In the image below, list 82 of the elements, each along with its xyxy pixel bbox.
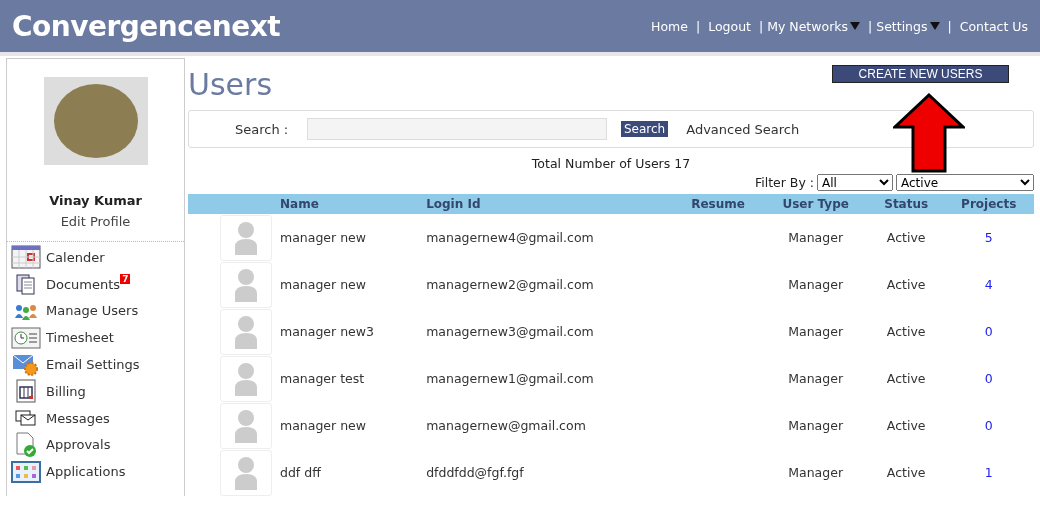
column-header: Name <box>276 194 423 214</box>
sidebar-item[interactable]: Applications <box>7 458 184 486</box>
column-header: Status <box>869 194 944 214</box>
caret-icon <box>850 22 861 30</box>
approvals-icon <box>14 431 38 458</box>
applications-icon <box>11 460 41 483</box>
avatar-silhouette-icon <box>220 402 272 449</box>
search-field[interactable] <box>307 118 607 140</box>
table-cell-text: Active <box>885 464 927 482</box>
table-cell-text: manager new3 <box>279 323 375 341</box>
table-cell-text: Manager <box>787 370 845 388</box>
nav-link[interactable]: | Settings <box>868 18 940 34</box>
logo-text: Convergencenext <box>12 9 281 43</box>
table-cell-text: ddf dff <box>279 464 322 482</box>
table-cell-text: Active <box>885 417 927 435</box>
table-cell: manager new <box>276 214 423 261</box>
page-title: Users <box>188 66 272 102</box>
email-settings-icon <box>12 352 40 377</box>
sidebar-item[interactable]: Messages <box>7 404 184 432</box>
projects-count-link[interactable]: 1 <box>984 465 993 480</box>
projects-count-link[interactable]: 0 <box>984 418 993 433</box>
advanced-search-link[interactable]: Advanced Search <box>686 121 800 137</box>
table-cell-text: Manager <box>787 276 845 294</box>
search-button[interactable]: Search <box>621 121 669 137</box>
table-cell-text: manager new <box>279 276 367 294</box>
avatar-silhouette-icon <box>220 355 272 402</box>
total-users-text: Total Number of Users 17 <box>530 156 692 171</box>
caret-icon <box>929 22 940 30</box>
column-header: Projects <box>943 194 1034 214</box>
table-cell: managernew4@gmail.com <box>422 214 674 261</box>
table-cell-text: Manager <box>787 323 845 341</box>
table-cell-text: Manager <box>787 417 845 435</box>
documents-icon <box>15 273 37 296</box>
status-filter-dropdown[interactable]: Active <box>896 174 1034 191</box>
table-cell-text: manager test <box>279 370 366 388</box>
table-cell-text: Manager <box>787 464 845 482</box>
edit-profile-link[interactable]: Edit Profile <box>60 214 131 229</box>
avatar-silhouette-icon <box>220 449 272 496</box>
projects-count-link[interactable]: 0 <box>984 324 993 339</box>
nav-separator: | <box>695 18 701 34</box>
table-cell-text: Active <box>885 276 927 294</box>
nav-link[interactable]: | My Networks <box>759 18 861 34</box>
table-cell-text: manager new <box>279 417 367 435</box>
avatar-silhouette-icon <box>220 214 272 261</box>
table-cell-text: managernew2@gmail.com <box>425 276 595 294</box>
sidebar-item[interactable]: Billing <box>7 378 184 405</box>
profile-name: Vinay Kumar <box>49 193 142 208</box>
column-header: Login Id <box>422 194 674 214</box>
billing-icon <box>15 379 37 404</box>
column-header: Resume <box>673 194 763 214</box>
table-cell-text: Active <box>885 323 927 341</box>
nav-link[interactable]: Contact Us <box>959 18 1028 34</box>
create-users-button[interactable]: CREATE NEW USERS <box>832 65 1009 83</box>
type-filter-dropdown[interactable]: All <box>817 174 893 191</box>
nav-separator: | <box>947 18 952 34</box>
filter-label: Filter By : <box>754 175 814 190</box>
sidebar-item[interactable]: Calender <box>7 244 184 271</box>
column-header: User Type <box>762 194 869 214</box>
nav-link[interactable]: Home <box>651 18 688 34</box>
table-cell-text: managernew@gmail.com <box>425 417 587 435</box>
sidebar-item[interactable]: Email Settings <box>7 351 184 378</box>
sidebar-item[interactable]: Timesheet <box>7 324 184 352</box>
count-badge: 7 <box>120 273 131 284</box>
table-cell-text: dfddfdd@fgf.fgf <box>425 464 525 482</box>
timesheet-icon <box>11 326 41 349</box>
messages-icon <box>15 409 37 428</box>
projects-count-link[interactable]: 0 <box>984 371 993 386</box>
projects-count-link[interactable]: 4 <box>984 277 993 292</box>
table-cell-text: Active <box>885 370 927 388</box>
table-cell: Manager <box>762 214 869 261</box>
calendar-icon <box>11 245 41 270</box>
sidebar-item[interactable]: Approvals <box>7 431 184 459</box>
table-cell-text: managernew1@gmail.com <box>425 370 595 388</box>
projects-count-link[interactable]: 5 <box>984 230 993 245</box>
table-cell: Active <box>869 214 944 261</box>
search-label: Search : <box>235 121 290 137</box>
table-cell-text: managernew3@gmail.com <box>425 323 595 341</box>
nav-link[interactable]: Logout <box>708 18 751 34</box>
avatar-silhouette-icon <box>220 261 272 308</box>
users-icon <box>14 302 38 320</box>
avatar-silhouette-icon <box>220 308 272 355</box>
sidebar-item[interactable]: Manage Users <box>7 297 184 325</box>
